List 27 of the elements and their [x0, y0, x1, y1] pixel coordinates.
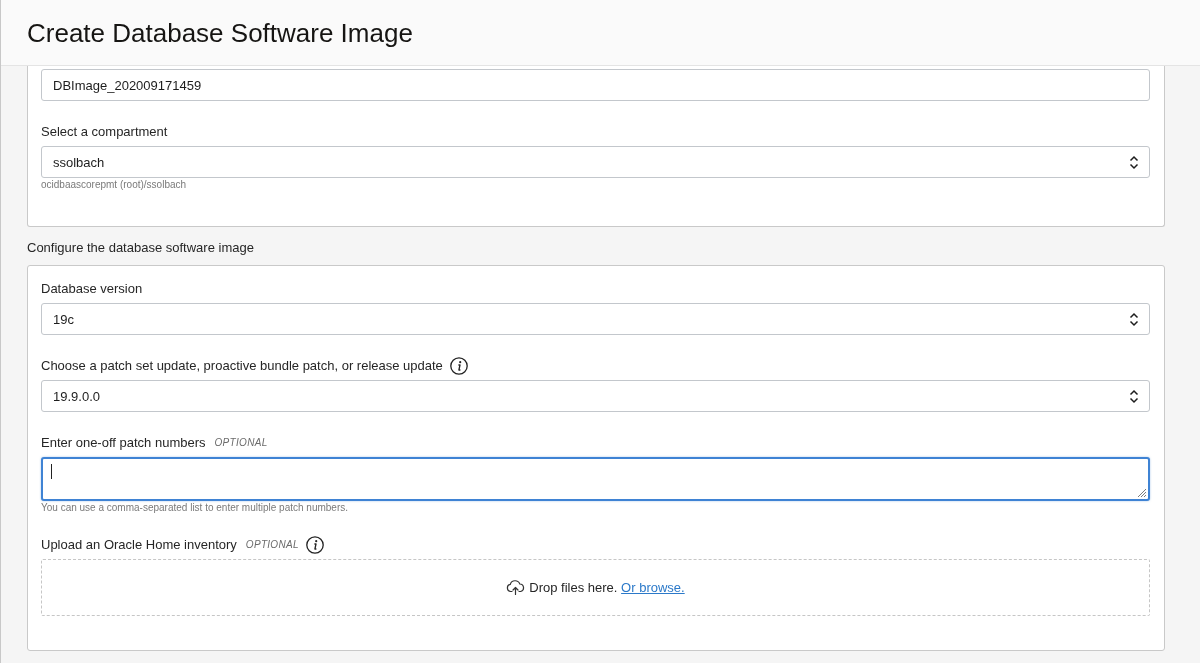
dropdown-select[interactable]: 19c: [41, 303, 1150, 335]
field-hint: ocidbaascorepmt (root)/ssolbach: [41, 179, 187, 191]
dropdown-select[interactable]: 19.9.0.0: [41, 380, 1150, 412]
info-icon[interactable]: [449, 357, 468, 375]
field-label: Select a compartment: [41, 124, 168, 140]
field-label: Database version: [41, 281, 143, 297]
drop-files-text: Drop files here. Or browse.: [529, 580, 685, 595]
text-cursor-icon: [51, 464, 52, 479]
file-drop-zone[interactable]: Drop files here. Or browse.: [41, 559, 1150, 616]
section-heading: Configure the database software image: [27, 240, 254, 256]
info-icon[interactable]: [305, 536, 324, 554]
field-hint: You can use a comma-separated list to enter multiple patch numbers.: [41, 502, 349, 514]
field-label: Enter one-off patch numbers: [41, 435, 206, 451]
page-title: Create Database Software Image: [27, 16, 413, 49]
text-area-field[interactable]: [41, 457, 1150, 501]
chevron-up-down-icon: [1129, 311, 1139, 327]
cloud-upload-icon: [506, 580, 526, 595]
browse-link[interactable]: Or browse.: [621, 580, 685, 595]
resize-grip-icon[interactable]: [1136, 487, 1147, 498]
optional-tag: OPTIONAL: [245, 539, 299, 551]
dropdown-select[interactable]: ssolbach: [41, 146, 1150, 178]
chevron-up-down-icon: [1129, 154, 1139, 170]
chevron-up-down-icon: [1129, 388, 1139, 404]
field-label: Upload an Oracle Home inventory: [41, 537, 237, 553]
text-input[interactable]: DBImage_202009171459: [41, 69, 1150, 101]
field-label: Choose a patch set update, proactive bundle patch, or release update: [41, 358, 443, 374]
optional-tag: OPTIONAL: [214, 437, 268, 449]
